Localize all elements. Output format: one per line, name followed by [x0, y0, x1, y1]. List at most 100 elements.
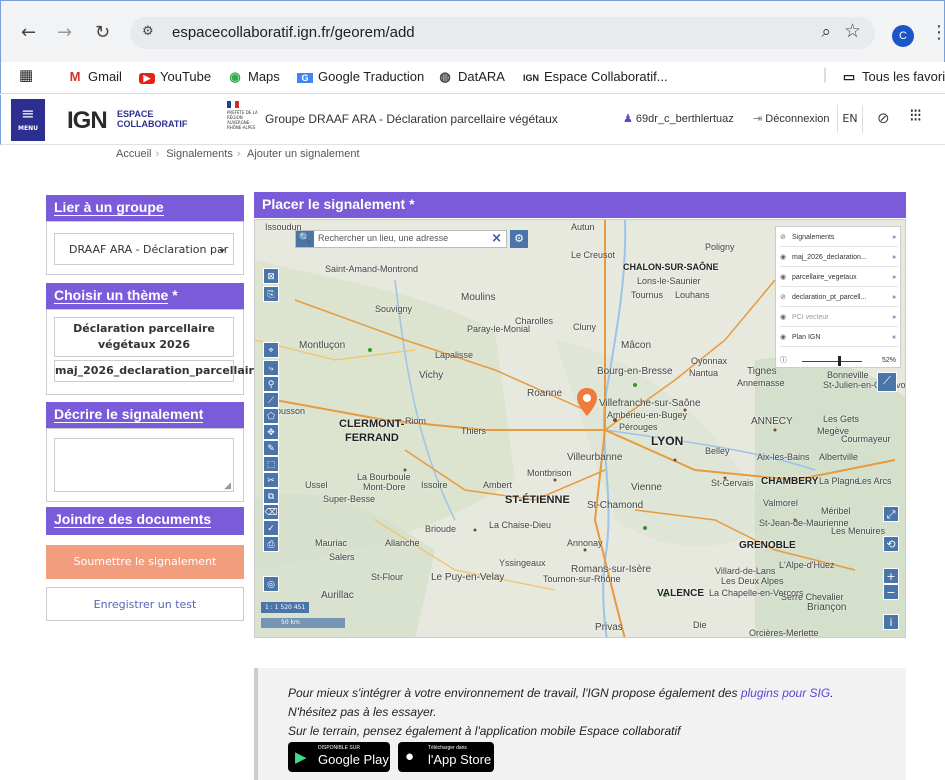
select-icon[interactable]: ⬚ — [263, 456, 279, 472]
youtube-icon: ▶ — [139, 73, 155, 84]
fullscreen-icon[interactable]: ⊠ — [263, 268, 279, 284]
reset-view-icon[interactable]: ⟲ — [883, 536, 899, 552]
user-account[interactable]: ♟ 69dr_c_berthlertuaz — [623, 112, 734, 125]
reload-icon[interactable]: ↻ — [95, 23, 110, 43]
app-store-badge[interactable]: ● Télécharger dans l'App Store — [398, 742, 494, 772]
move-icon[interactable]: ✥ — [263, 424, 279, 440]
theme-layer-select[interactable]: maj_2026_declaration_parcellaire — [54, 360, 261, 382]
save-test-button[interactable]: Enregistrer un test — [46, 587, 244, 621]
eye-slash-icon[interactable]: ⊘ — [780, 229, 792, 247]
bookmark-translate[interactable]: G Google Traduction — [297, 69, 424, 84]
map-canvas[interactable]: Issoudun Autun Le Creusot Poligny CHALON… — [254, 219, 906, 638]
menu-button[interactable]: ≡ MENU — [11, 99, 45, 141]
chevron-down-icon[interactable]: » — [892, 269, 896, 287]
map-label: Les Deux Alpes — [721, 576, 784, 586]
compass-icon[interactable]: ⟋ — [877, 372, 897, 392]
chevron-down-icon[interactable]: » — [892, 229, 896, 247]
route-icon[interactable]: ⤷ — [263, 360, 279, 376]
bookmark-all-favorites[interactable]: ▭ Tous les favoris — [841, 69, 945, 85]
map-label: Autun — [571, 222, 595, 232]
bookmark-maps[interactable]: ◉ Maps — [227, 69, 279, 85]
slider-handle[interactable] — [838, 356, 841, 366]
layer-item[interactable]: ◉ PCI vecteur» — [780, 309, 898, 327]
draw-polygon-icon[interactable]: ⬠ — [263, 408, 279, 424]
back-icon[interactable]: ← — [21, 23, 36, 43]
map-label: La Bourboule — [357, 472, 411, 482]
google-play-badge[interactable]: ▶ DISPONIBLE SUR Google Play — [288, 742, 390, 772]
resize-grip-icon[interactable]: ◢ — [224, 481, 231, 491]
site-settings-icon[interactable]: ⚙ — [142, 24, 154, 39]
zoom-out-button[interactable]: − — [883, 584, 899, 600]
eye-slash-icon[interactable]: ⊘ — [780, 289, 792, 307]
edit-shape-icon[interactable]: ✎ — [263, 440, 279, 456]
cut-icon[interactable]: ✂ — [263, 472, 279, 488]
info-icon: ⓘ — [780, 357, 787, 364]
close-icon[interactable]: × — [491, 231, 502, 246]
eye-slash-icon[interactable]: ⊘ — [877, 109, 890, 127]
layer-switcher: ⊘ Signalements» ◉ maj_2026_declaration...»… — [775, 226, 901, 368]
address-bar[interactable]: ⚙ espacecollaboratif.ign.fr/georem/add ⌕… — [130, 17, 875, 49]
search-icon[interactable]: 🔍 — [296, 231, 314, 247]
layer-item[interactable]: ◉ parcellaire_vegetaux» — [780, 269, 898, 287]
layer-item[interactable]: ◉ maj_2026_declaration...» — [780, 249, 898, 267]
maps-pin-icon: ◉ — [229, 69, 241, 84]
group-panel-heading: Lier à un groupe — [46, 195, 244, 221]
zoom-in-button[interactable]: + — [883, 568, 899, 584]
chevron-up-icon[interactable]: « — [892, 329, 896, 347]
opacity-slider[interactable]: ⓘ 52% — [780, 355, 898, 367]
forward-icon[interactable]: → — [57, 23, 72, 43]
description-textarea[interactable]: ◢ — [54, 438, 234, 492]
eye-icon[interactable]: ◉ — [780, 269, 792, 287]
expand-icon[interactable]: ⤢ — [883, 506, 899, 522]
breadcrumb-reports[interactable]: Signalements — [166, 148, 233, 160]
bookmarks-bar: ▦ M Gmail ▶ YouTube ◉ Maps G Google Traducti… — [0, 62, 945, 94]
delete-shape-icon[interactable]: ⌫ — [263, 504, 279, 520]
browser-menu-icon[interactable]: ⋮ — [930, 22, 945, 43]
logout-link[interactable]: ⇥ Déconnexion — [753, 112, 830, 125]
eye-icon[interactable]: ◉ — [780, 309, 792, 327]
chevron-down-icon[interactable]: » — [892, 289, 896, 307]
validate-icon[interactable]: ✓ — [263, 520, 279, 536]
map-label: Pérouges — [619, 422, 658, 432]
map-search-input[interactable]: 🔍 Rechercher un lieu, une adresse × — [295, 230, 507, 248]
bookmark-datara[interactable]: ◍ DatARA — [437, 69, 505, 85]
attach-panel-heading[interactable]: Joindre des documents — [46, 507, 244, 535]
bookmark-espace-collaboratif[interactable]: IGN Espace Collaboratif... — [523, 69, 668, 84]
chevron-down-icon[interactable]: » — [892, 249, 896, 267]
merge-icon[interactable]: ⧉ — [263, 488, 279, 504]
eye-icon[interactable]: ◉ — [780, 329, 792, 347]
google-play-icon: ▶ — [295, 749, 307, 766]
zoom-icon[interactable]: ⌕ — [821, 22, 831, 42]
chevron-down-icon[interactable]: » — [892, 309, 896, 327]
bookmark-gmail[interactable]: M Gmail — [67, 69, 122, 84]
breadcrumb-home[interactable]: Accueil — [116, 148, 151, 160]
map-label: Le Puy-en-Velay — [431, 572, 505, 583]
gear-icon[interactable]: ⚙ — [510, 230, 528, 248]
language-switch[interactable]: EN — [837, 105, 863, 133]
submit-report-button[interactable]: Soumettre le signalement — [46, 545, 244, 579]
layer-item[interactable]: ◉ Plan IGN « — [780, 329, 898, 347]
location-pin-icon[interactable]: ⚲ — [263, 376, 279, 392]
profile-avatar[interactable]: C — [892, 25, 914, 47]
map-label: Tournon-sur-Rhône — [543, 574, 621, 584]
layer-item[interactable]: ⊘ declaration_pt_parcell...» — [780, 289, 898, 307]
map-marker-icon[interactable] — [577, 388, 597, 416]
ign-logo[interactable]: IGN ESPACE COLLABORATIF — [67, 107, 187, 135]
bookmark-youtube[interactable]: ▶ YouTube — [139, 69, 211, 84]
map-label: Villard-de-Lans — [715, 566, 776, 576]
layer-import-icon[interactable]: ⎘ — [263, 286, 279, 302]
apps-grid-icon[interactable]: ▦ — [19, 66, 33, 84]
plugins-link[interactable]: plugins pour SIG — [741, 686, 830, 700]
info-icon[interactable]: i — [883, 614, 899, 630]
layer-item[interactable]: ⊘ Signalements» — [780, 229, 898, 247]
map-label: Ussel — [305, 480, 328, 490]
bookmark-star-icon[interactable]: ☆ — [844, 20, 861, 42]
group-select[interactable]: DRAAF ARA - Déclaration par ⌄ — [54, 233, 234, 265]
measure-icon[interactable]: ⌖ — [263, 342, 279, 358]
geolocate-icon[interactable]: ◎ — [263, 576, 279, 592]
apps-grid-icon[interactable]: ⁝⁝⁝ — [909, 107, 922, 125]
draw-line-icon[interactable]: ⟋ — [263, 392, 279, 408]
eye-icon[interactable]: ◉ — [780, 249, 792, 267]
theme-select[interactable]: Déclaration parcellaire végétaux 2026 — [54, 317, 234, 357]
print-icon[interactable]: ⎙ — [263, 536, 279, 552]
